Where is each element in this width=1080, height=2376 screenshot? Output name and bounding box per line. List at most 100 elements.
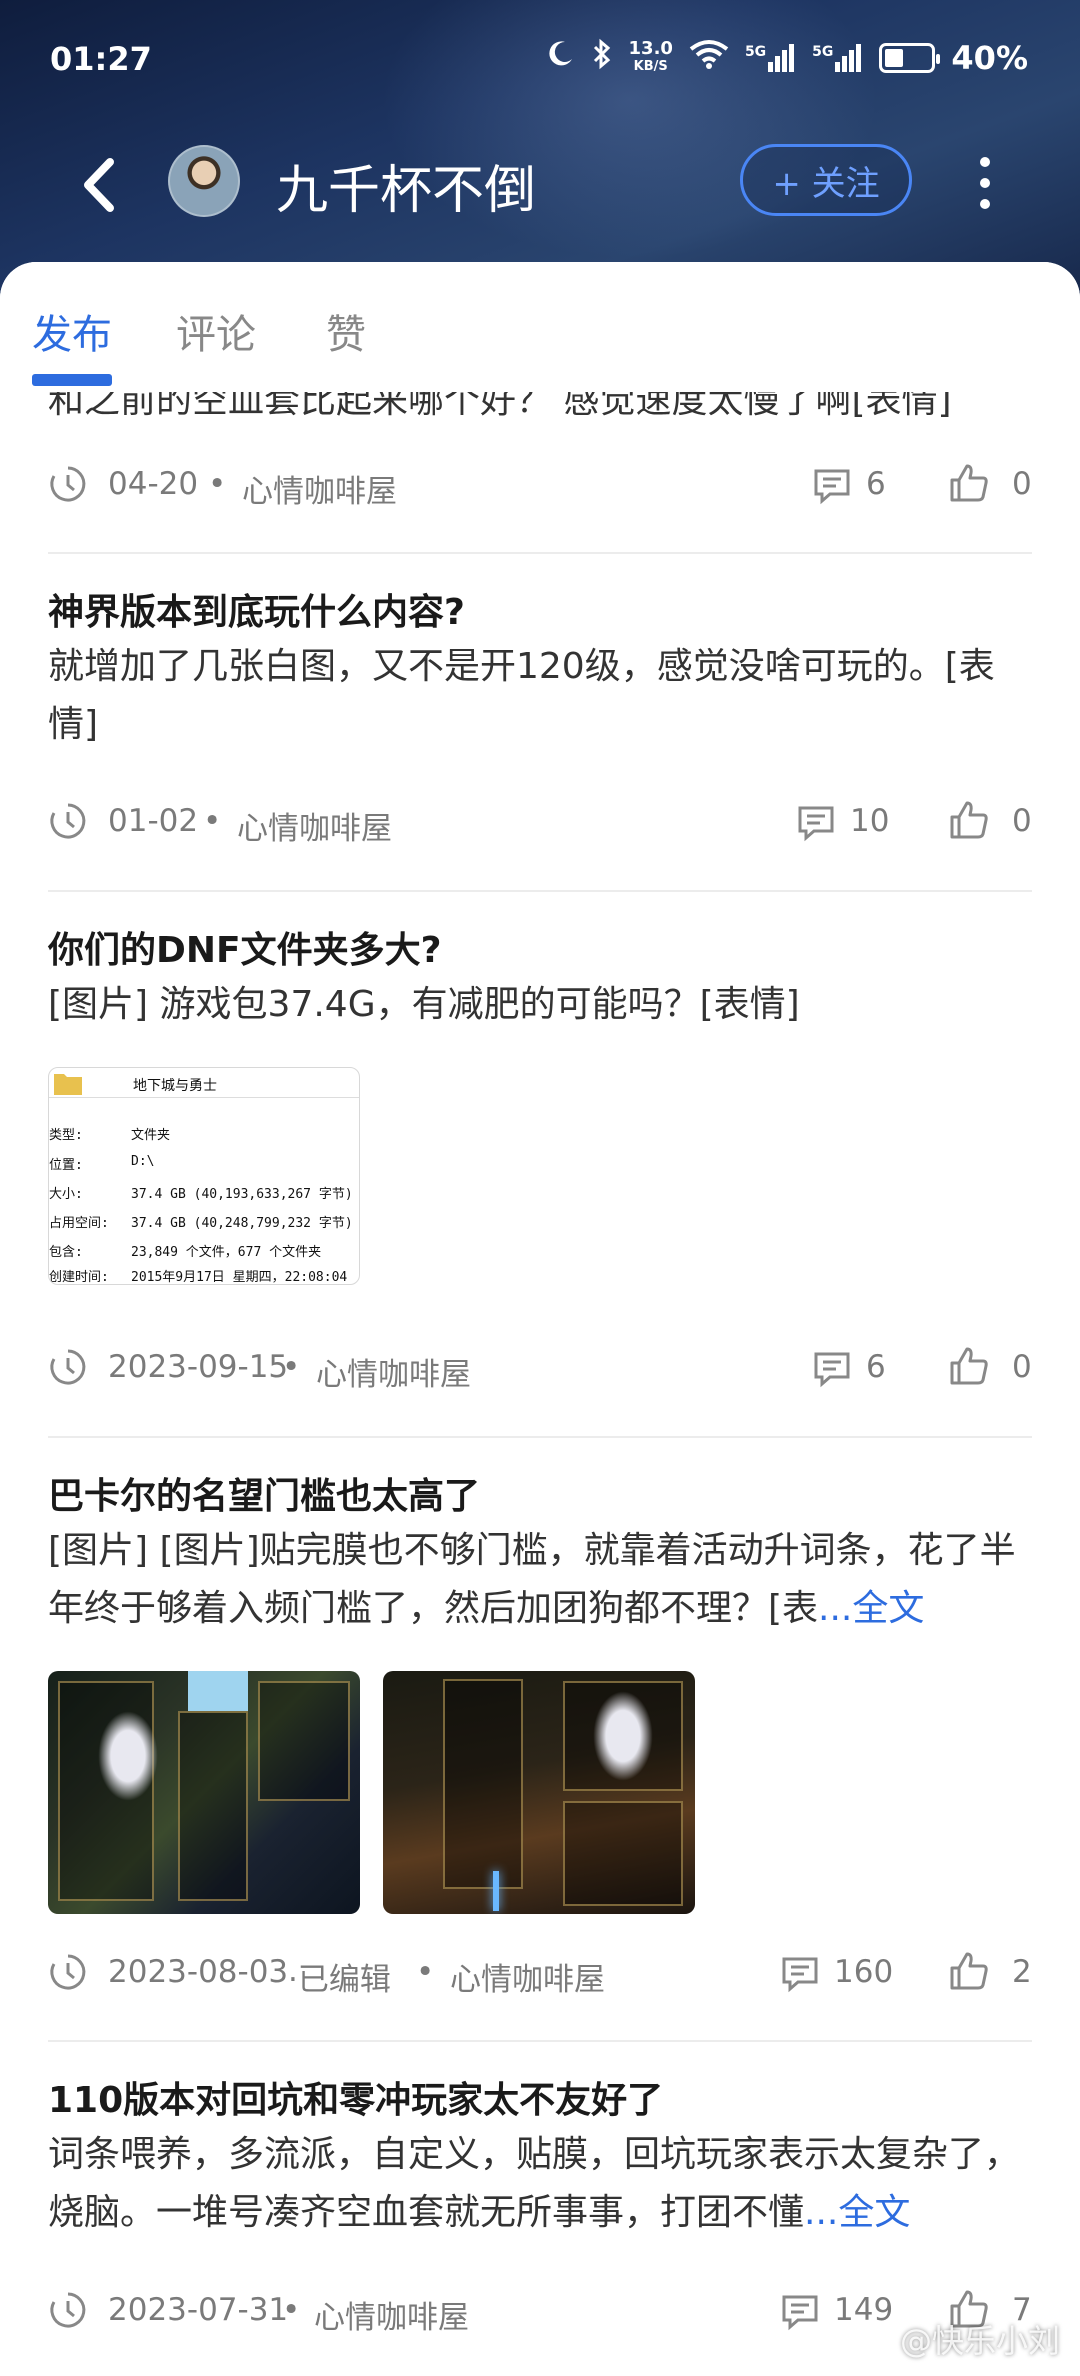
folder-row: 占用空间: 37.4 GB (40,248,799,232 字节): [49, 1212, 353, 1231]
game-panel: [178, 1711, 248, 1901]
watermark: @快乐小刘: [899, 2322, 1060, 2360]
tab-comments[interactable]: 评论: [176, 302, 256, 360]
comment-count: 6: [866, 1349, 886, 1385]
net-speed-unit: KB/S: [633, 59, 668, 74]
post-item[interactable]: 110版本对回坑和零冲玩家太不友好了 词条喂养，多流派，自定义，贴膜，回坑玩家表…: [48, 2076, 1032, 2242]
folder-header: 地下城与勇士: [49, 1068, 359, 1098]
status-bar: 01:27 13.0 KB/S 5G 5G 40%: [0, 0, 1080, 120]
read-more-link[interactable]: ...全文: [804, 2192, 910, 2233]
comment-icon[interactable]: [796, 803, 836, 843]
like-icon[interactable]: [948, 462, 990, 504]
battery-percent: 40%: [951, 39, 1028, 77]
tab-posts[interactable]: 发布: [32, 302, 112, 360]
comment-icon[interactable]: [780, 2292, 820, 2332]
folder-row-key: 创建时间:: [49, 1270, 109, 1285]
post-forum[interactable]: 心情咖啡屋: [237, 803, 392, 848]
comment-icon[interactable]: [812, 1349, 852, 1389]
folder-icon: [54, 1074, 82, 1095]
post-forum[interactable]: 心情咖啡屋: [314, 2292, 469, 2337]
clock-icon: [50, 2292, 86, 2328]
clock-icon: [50, 1954, 86, 1990]
character-sprite: [593, 1691, 653, 1781]
clock-icon: [50, 466, 86, 502]
post-image[interactable]: 地下城与勇士 类型: 文件夹 位置: D:\ 大小: 37.4 GB (40,193,…: [48, 1067, 360, 1285]
folder-row: 创建时间: 2015年9月17日 星期四，22:08:04: [49, 1266, 347, 1285]
profile-header: 01:27 13.0 KB/S 5G 5G 40% 九千杯不倒 + 关注: [0, 0, 1080, 300]
divider: [48, 2040, 1032, 2042]
post-image[interactable]: [383, 1671, 695, 1914]
post-item[interactable]: 神界版本到底玩什么内容? 就增加了几张白图，又不是开120级，感觉没啥可玩的。[…: [48, 588, 1032, 754]
net-speed-value: 13.0: [628, 38, 673, 59]
clock-icon: [50, 803, 86, 839]
folder-row: 类型: 文件夹: [49, 1124, 170, 1143]
post-item[interactable]: 你们的DNF文件夹多大? [图片] 游戏包37.4G，有减肥的可能吗？[表情]: [48, 926, 1032, 1034]
tab-indicator: [32, 374, 112, 386]
post-forum[interactable]: 心情咖啡屋: [450, 1954, 605, 1999]
divider: [48, 552, 1032, 554]
more-options-button[interactable]: [970, 148, 1000, 218]
avatar[interactable]: [168, 145, 240, 217]
post-body: 词条喂养，多流派，自定义，贴膜，回坑玩家表示太复杂了，烧脑。一堆号凑齐空血套就无…: [48, 2126, 1032, 2242]
meta-dot: •: [282, 2292, 301, 2328]
folder-row-value: 文件夹: [131, 1128, 171, 1143]
comment-count: 149: [834, 2292, 894, 2328]
status-time: 01:27: [50, 40, 152, 78]
comment-count: 160: [834, 1954, 894, 1990]
bluetooth-icon: [591, 38, 613, 78]
like-icon[interactable]: [948, 1950, 990, 1992]
post-date: 01-02: [108, 803, 199, 839]
game-panel: [443, 1679, 523, 1889]
game-panel: [563, 1801, 683, 1906]
read-more-link[interactable]: ...全文: [818, 1588, 924, 1629]
signal-icon-2: 5G: [812, 44, 863, 72]
like-icon[interactable]: [948, 799, 990, 841]
meta-dot: •: [416, 1954, 435, 1990]
light-beam: [493, 1871, 499, 1911]
post-body: [图片] [图片]贴完膜也不够门槛，就靠着活动升词条，花了半年终于够着入频门槛了…: [48, 1522, 1032, 1638]
folder-row-value: D:\: [131, 1154, 155, 1169]
wifi-icon: [689, 39, 729, 77]
battery-fill: [885, 49, 904, 67]
folder-row-value: 37.4 GB (40,248,799,232 字节): [131, 1216, 353, 1231]
folder-row: 包含: 23,849 个文件，677 个文件夹: [49, 1241, 321, 1260]
folder-name: 地下城与勇士: [133, 1078, 217, 1094]
post-item[interactable]: 巴卡尔的名望门槛也太高了 [图片] [图片]贴完膜也不够门槛，就靠着活动升词条，…: [48, 1472, 1032, 1638]
game-panel: [258, 1681, 350, 1801]
comment-icon[interactable]: [812, 466, 852, 506]
signal-label-1: 5G: [744, 44, 767, 60]
signal-icon-1: 5G: [745, 44, 796, 72]
post-body: 就增加了几张白图，又不是开120级，感觉没啥可玩的。[表情]: [48, 646, 995, 745]
nav-row: 九千杯不倒 + 关注: [0, 130, 1080, 240]
post-meta: 04-20 • 心情咖啡屋 6 0: [48, 462, 1032, 512]
like-icon[interactable]: [948, 1345, 990, 1387]
sky-patch: [188, 1671, 248, 1711]
signal-label-2: 5G: [812, 44, 834, 60]
follow-button[interactable]: + 关注: [740, 144, 912, 216]
post-meta: 01-02 • 心情咖啡屋 10 0: [48, 799, 1032, 849]
post-date: 04-20: [108, 466, 199, 502]
post-edited: ·已编辑: [288, 1962, 391, 1998]
post-image[interactable]: [48, 1671, 360, 1914]
status-icons: 13.0 KB/S 5G 5G 40%: [545, 38, 1028, 78]
folder-row-key: 位置:: [49, 1158, 83, 1173]
net-speed: 13.0 KB/S: [629, 40, 673, 76]
folder-row-value: 37.4 GB (40,193,633,267 字节): [131, 1187, 353, 1202]
tab-likes[interactable]: 赞: [326, 302, 366, 360]
post-forum[interactable]: 心情咖啡屋: [316, 1349, 471, 1394]
tabs-bar: 发布 评论 赞: [0, 262, 1080, 392]
comment-icon[interactable]: [780, 1954, 820, 1994]
like-count: 0: [1012, 1349, 1032, 1385]
post-title: 你们的DNF文件夹多大?: [48, 930, 442, 971]
post-forum[interactable]: 心情咖啡屋: [242, 466, 397, 511]
back-arrow-icon: [84, 158, 114, 212]
comment-count: 6: [866, 466, 886, 502]
back-button[interactable]: [70, 150, 130, 220]
like-count: 0: [1012, 803, 1032, 839]
post-date: 2023-09-15: [108, 1349, 289, 1385]
folder-row: 大小: 37.4 GB (40,193,633,267 字节): [49, 1183, 353, 1202]
user-name: 九千杯不倒: [276, 161, 537, 221]
meta-dot: •: [208, 466, 227, 502]
battery-icon: [879, 43, 941, 73]
meta-dot: •: [282, 1349, 301, 1385]
post-date: 2023-08-03: [108, 1954, 289, 1990]
